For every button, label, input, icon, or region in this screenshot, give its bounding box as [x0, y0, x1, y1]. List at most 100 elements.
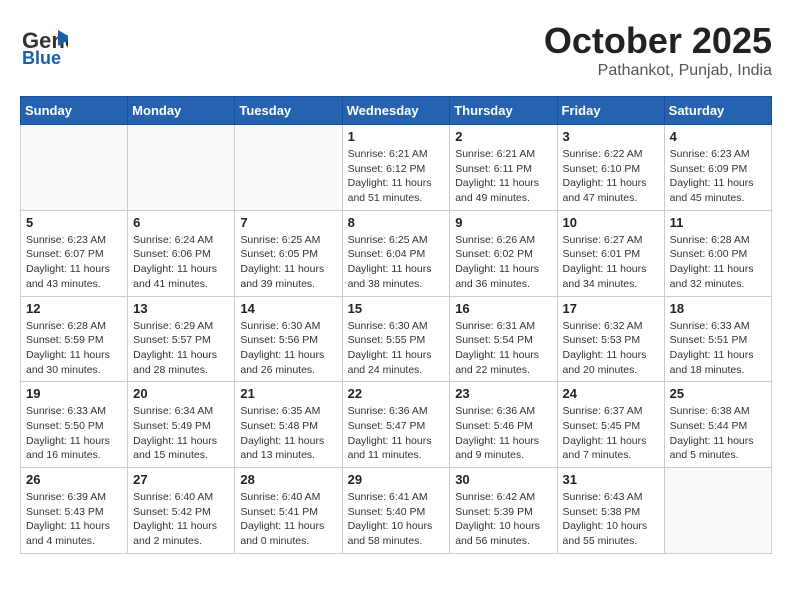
- calendar-cell: 23 Sunrise: 6:36 AMSunset: 5:46 PMDayligh…: [450, 382, 557, 468]
- day-info: Sunrise: 6:25 AMSunset: 6:04 PMDaylight:…: [348, 233, 445, 292]
- calendar-cell: 29Sunrise: 6:41 AMSunset: 5:40 PMDayligh…: [342, 468, 450, 554]
- day-number: 10: [563, 215, 659, 230]
- header-saturday: Saturday: [664, 97, 771, 125]
- calendar-cell: [235, 125, 342, 211]
- day-number: 27: [133, 472, 229, 487]
- calendar-cell: 2Sunrise: 6:21 AMSunset: 6:11 PMDaylight…: [450, 125, 557, 211]
- day-number: 9: [455, 215, 551, 230]
- day-info: Sunrise: 6:43 AMSunset: 5:38 PMDaylight:…: [563, 490, 659, 549]
- day-info: Sunrise: 6:34 AMSunset: 5:49 PMDaylight:…: [133, 404, 229, 463]
- day-info: Sunrise: 6:33 AMSunset: 5:50 PMDaylight:…: [26, 404, 122, 463]
- day-number: 14: [240, 301, 336, 316]
- calendar-cell: 12Sunrise: 6:28 AMSunset: 5:59 PMDayligh…: [21, 296, 128, 382]
- calendar-cell: 6 Sunrise: 6:24 AMSunset: 6:06 PMDaylight…: [128, 210, 235, 296]
- day-number: 20: [133, 386, 229, 401]
- calendar-cell: 15Sunrise: 6:30 AMSunset: 5:55 PMDayligh…: [342, 296, 450, 382]
- calendar-cell: 5 Sunrise: 6:23 AMSunset: 6:07 PMDaylight…: [21, 210, 128, 296]
- day-number: 23: [455, 386, 551, 401]
- calendar-week-4: 19Sunrise: 6:33 AMSunset: 5:50 PMDayligh…: [21, 382, 772, 468]
- day-info: Sunrise: 6:40 AMSunset: 5:41 PMDaylight:…: [240, 490, 336, 549]
- calendar-cell: 28Sunrise: 6:40 AMSunset: 5:41 PMDayligh…: [235, 468, 342, 554]
- calendar-cell: [128, 125, 235, 211]
- day-info: Sunrise: 6:23 AMSunset: 6:09 PMDaylight:…: [670, 147, 766, 206]
- calendar-cell: 14 Sunrise: 6:30 AMSunset: 5:56 PMDayligh…: [235, 296, 342, 382]
- header-friday: Friday: [557, 97, 664, 125]
- location: Pathankot, Punjab, India: [544, 62, 772, 80]
- day-number: 13: [133, 301, 229, 316]
- day-number: 5: [26, 215, 122, 230]
- calendar-cell: 19Sunrise: 6:33 AMSunset: 5:50 PMDayligh…: [21, 382, 128, 468]
- day-info: Sunrise: 6:26 AMSunset: 6:02 PMDaylight:…: [455, 233, 551, 292]
- calendar-table: SundayMondayTuesdayWednesdayThursdayFrid…: [20, 96, 772, 554]
- day-info: Sunrise: 6:28 AMSunset: 6:00 PMDaylight:…: [670, 233, 766, 292]
- calendar-week-2: 5 Sunrise: 6:23 AMSunset: 6:07 PMDaylight…: [21, 210, 772, 296]
- calendar-week-1: 1 Sunrise: 6:21 AMSunset: 6:12 PMDaylight…: [21, 125, 772, 211]
- day-info: Sunrise: 6:36 AMSunset: 5:46 PMDaylight:…: [455, 404, 551, 463]
- calendar-cell: 20 Sunrise: 6:34 AMSunset: 5:49 PMDayligh…: [128, 382, 235, 468]
- page-header: General Blue October 2025 Pathankot, Pun…: [20, 20, 772, 80]
- day-info: Sunrise: 6:35 AMSunset: 5:48 PMDaylight:…: [240, 404, 336, 463]
- day-info: Sunrise: 6:21 AMSunset: 6:12 PMDaylight:…: [348, 147, 445, 206]
- month-title: October 2025: [544, 20, 772, 62]
- calendar-cell: 9 Sunrise: 6:26 AMSunset: 6:02 PMDaylight…: [450, 210, 557, 296]
- calendar-week-5: 26 Sunrise: 6:39 AMSunset: 5:43 PMDayligh…: [21, 468, 772, 554]
- day-number: 31: [563, 472, 659, 487]
- day-number: 26: [26, 472, 122, 487]
- calendar-cell: [21, 125, 128, 211]
- calendar-cell: 13 Sunrise: 6:29 AMSunset: 5:57 PMDayligh…: [128, 296, 235, 382]
- day-info: Sunrise: 6:31 AMSunset: 5:54 PMDaylight:…: [455, 319, 551, 378]
- calendar-cell: 26 Sunrise: 6:39 AMSunset: 5:43 PMDayligh…: [21, 468, 128, 554]
- day-number: 30: [455, 472, 551, 487]
- day-number: 22: [348, 386, 445, 401]
- calendar-cell: 25Sunrise: 6:38 AMSunset: 5:44 PMDayligh…: [664, 382, 771, 468]
- logo-icon: General Blue: [20, 20, 68, 68]
- calendar-cell: 4 Sunrise: 6:23 AMSunset: 6:09 PMDaylight…: [664, 125, 771, 211]
- calendar-cell: 16 Sunrise: 6:31 AMSunset: 5:54 PMDayligh…: [450, 296, 557, 382]
- calendar-cell: 24Sunrise: 6:37 AMSunset: 5:45 PMDayligh…: [557, 382, 664, 468]
- day-info: Sunrise: 6:27 AMSunset: 6:01 PMDaylight:…: [563, 233, 659, 292]
- calendar-header-row: SundayMondayTuesdayWednesdayThursdayFrid…: [21, 97, 772, 125]
- day-number: 1: [348, 129, 445, 144]
- day-info: Sunrise: 6:28 AMSunset: 5:59 PMDaylight:…: [26, 319, 122, 378]
- title-section: October 2025 Pathankot, Punjab, India: [544, 20, 772, 80]
- day-number: 3: [563, 129, 659, 144]
- calendar-cell: 31 Sunrise: 6:43 AMSunset: 5:38 PMDayligh…: [557, 468, 664, 554]
- day-number: 8: [348, 215, 445, 230]
- day-number: 6: [133, 215, 229, 230]
- calendar-cell: 27Sunrise: 6:40 AMSunset: 5:42 PMDayligh…: [128, 468, 235, 554]
- header-sunday: Sunday: [21, 97, 128, 125]
- day-number: 25: [670, 386, 766, 401]
- day-info: Sunrise: 6:42 AMSunset: 5:39 PMDaylight:…: [455, 490, 551, 549]
- day-number: 15: [348, 301, 445, 316]
- calendar-week-3: 12Sunrise: 6:28 AMSunset: 5:59 PMDayligh…: [21, 296, 772, 382]
- day-number: 21: [240, 386, 336, 401]
- calendar-cell: 3Sunrise: 6:22 AMSunset: 6:10 PMDaylight…: [557, 125, 664, 211]
- day-info: Sunrise: 6:39 AMSunset: 5:43 PMDaylight:…: [26, 490, 122, 549]
- calendar-cell: 10 Sunrise: 6:27 AMSunset: 6:01 PMDayligh…: [557, 210, 664, 296]
- calendar-cell: 7 Sunrise: 6:25 AMSunset: 6:05 PMDaylight…: [235, 210, 342, 296]
- day-info: Sunrise: 6:24 AMSunset: 6:06 PMDaylight:…: [133, 233, 229, 292]
- calendar-cell: [664, 468, 771, 554]
- calendar-cell: 30 Sunrise: 6:42 AMSunset: 5:39 PMDayligh…: [450, 468, 557, 554]
- day-info: Sunrise: 6:25 AMSunset: 6:05 PMDaylight:…: [240, 233, 336, 292]
- svg-text:Blue: Blue: [22, 48, 61, 68]
- day-info: Sunrise: 6:33 AMSunset: 5:51 PMDaylight:…: [670, 319, 766, 378]
- logo: General Blue: [20, 20, 68, 68]
- calendar-cell: 1 Sunrise: 6:21 AMSunset: 6:12 PMDaylight…: [342, 125, 450, 211]
- calendar-cell: 18Sunrise: 6:33 AMSunset: 5:51 PMDayligh…: [664, 296, 771, 382]
- day-number: 7: [240, 215, 336, 230]
- calendar-cell: 17Sunrise: 6:32 AMSunset: 5:53 PMDayligh…: [557, 296, 664, 382]
- day-number: 4: [670, 129, 766, 144]
- header-monday: Monday: [128, 97, 235, 125]
- calendar-cell: 22Sunrise: 6:36 AMSunset: 5:47 PMDayligh…: [342, 382, 450, 468]
- day-number: 11: [670, 215, 766, 230]
- day-number: 24: [563, 386, 659, 401]
- calendar-cell: 21 Sunrise: 6:35 AMSunset: 5:48 PMDayligh…: [235, 382, 342, 468]
- header-wednesday: Wednesday: [342, 97, 450, 125]
- day-info: Sunrise: 6:23 AMSunset: 6:07 PMDaylight:…: [26, 233, 122, 292]
- day-info: Sunrise: 6:30 AMSunset: 5:56 PMDaylight:…: [240, 319, 336, 378]
- day-info: Sunrise: 6:29 AMSunset: 5:57 PMDaylight:…: [133, 319, 229, 378]
- day-number: 17: [563, 301, 659, 316]
- day-number: 16: [455, 301, 551, 316]
- calendar-cell: 11 Sunrise: 6:28 AMSunset: 6:00 PMDayligh…: [664, 210, 771, 296]
